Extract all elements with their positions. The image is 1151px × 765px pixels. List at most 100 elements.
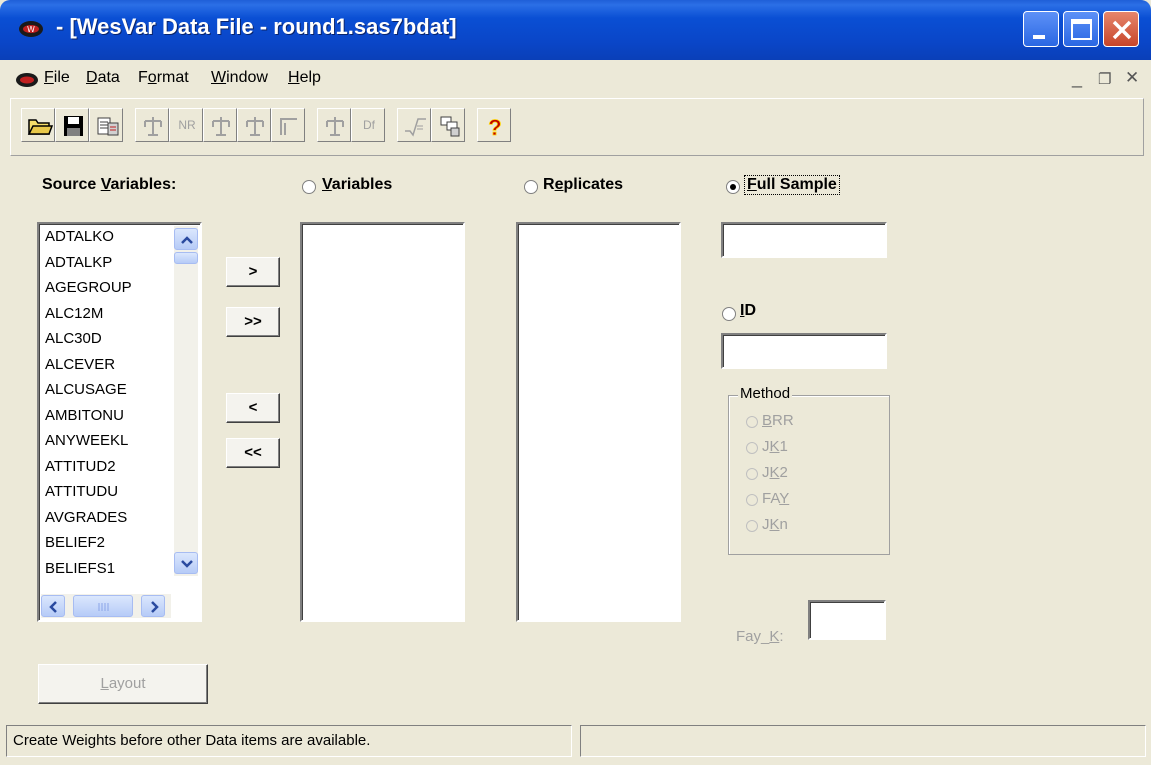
- replicates-list[interactable]: [516, 222, 681, 622]
- minimize-icon: [1033, 35, 1045, 39]
- source-variable-item[interactable]: ALCEVER: [45, 356, 115, 373]
- status-pane-secondary: [580, 725, 1146, 757]
- minimize-button[interactable]: [1023, 11, 1059, 47]
- chevron-down-icon: [181, 560, 193, 568]
- grip-icon: [98, 603, 109, 611]
- scroll-thumb[interactable]: [174, 252, 198, 264]
- layout-button[interactable]: Layout: [38, 664, 208, 704]
- formula-icon: [405, 118, 426, 137]
- variables-label: Variables: [322, 176, 393, 193]
- menu-bar: File Data Format Window Help _ ❐ ✕: [0, 60, 1151, 96]
- full-sample-field[interactable]: [721, 222, 887, 258]
- add-all-button[interactable]: >>: [226, 307, 280, 337]
- svg-text:?: ?: [488, 115, 501, 140]
- scroll-down-button[interactable]: [174, 552, 198, 574]
- menu-help[interactable]: Help: [288, 69, 321, 87]
- weights-3-button[interactable]: [237, 108, 271, 142]
- source-variable-item[interactable]: ATTITUDU: [45, 483, 118, 500]
- source-variable-item[interactable]: ATTITUD2: [45, 458, 116, 475]
- save-button[interactable]: [55, 108, 89, 142]
- nr-button[interactable]: NR: [169, 108, 203, 142]
- menu-data[interactable]: Data: [86, 69, 120, 87]
- replicates-radio[interactable]: [524, 180, 538, 194]
- open-folder-icon: [27, 119, 54, 135]
- nr-label: NR: [178, 118, 196, 132]
- menu-window[interactable]: Window: [211, 69, 268, 87]
- weights-4-button[interactable]: [317, 108, 351, 142]
- method-radio-brr[interactable]: [746, 416, 758, 428]
- variables-list[interactable]: [300, 222, 465, 622]
- remove-button[interactable]: <: [226, 393, 280, 423]
- fay-k-label: Fay_K:: [736, 628, 784, 645]
- scroll-left-button[interactable]: [41, 595, 65, 617]
- method-option-jkn: JKn: [762, 516, 788, 533]
- full-sample-label: Full Sample: [744, 175, 840, 195]
- chevron-left-icon: [49, 601, 57, 613]
- step-button[interactable]: [271, 108, 305, 142]
- method-option-jk1: JK1: [762, 438, 788, 455]
- status-pane-main: Create Weights before other Data items a…: [6, 725, 572, 757]
- scroll-up-button[interactable]: [174, 228, 198, 250]
- step-icon: [280, 118, 297, 135]
- source-variable-item[interactable]: ADTALKP: [45, 254, 112, 271]
- id-label: ID: [740, 302, 757, 319]
- scale-icon: [246, 117, 264, 136]
- source-variable-item[interactable]: AMBITONU: [45, 407, 124, 424]
- weights-2-button[interactable]: [203, 108, 237, 142]
- scale-icon: [212, 117, 230, 136]
- replicates-label: Replicates: [543, 176, 624, 193]
- chevron-up-icon: [181, 236, 193, 244]
- scroll-h-thumb[interactable]: [73, 595, 133, 617]
- id-field[interactable]: [721, 333, 887, 369]
- source-variable-item[interactable]: AGEGROUP: [45, 279, 132, 296]
- method-radio-jk2[interactable]: [746, 468, 758, 480]
- close-button[interactable]: [1103, 11, 1139, 47]
- formula-button[interactable]: [397, 108, 431, 142]
- full-sample-radio[interactable]: [726, 180, 740, 194]
- source-variable-item[interactable]: AVGRADES: [45, 509, 127, 526]
- menu-file[interactable]: File: [44, 69, 70, 87]
- method-radio-jk1[interactable]: [746, 442, 758, 454]
- horizontal-scrollbar[interactable]: [41, 594, 171, 618]
- chevron-right-icon: [151, 601, 159, 613]
- scale-icon: [144, 117, 162, 136]
- source-variables-list[interactable]: ADTALKO ADTALKP AGEGROUP ALC12M ALC30D ALCEVE…: [37, 222, 202, 622]
- mdi-restore-button[interactable]: ❐: [1098, 70, 1111, 88]
- source-variable-item[interactable]: ALCUSAGE: [45, 381, 127, 398]
- vertical-scrollbar[interactable]: [174, 226, 198, 576]
- source-variable-item[interactable]: ALC12M: [45, 305, 103, 322]
- method-radio-jkn[interactable]: [746, 520, 758, 532]
- method-group-title: Method: [738, 385, 793, 402]
- scroll-right-button[interactable]: [141, 595, 165, 617]
- menu-format[interactable]: Format: [138, 69, 189, 87]
- help-button[interactable]: ?: [477, 108, 511, 142]
- mdi-minimize-button[interactable]: _: [1072, 68, 1082, 89]
- df-label: Df: [363, 118, 375, 132]
- app-menu-icon[interactable]: [14, 72, 40, 88]
- status-message: Create Weights before other Data items a…: [13, 732, 371, 749]
- close-icon: [1112, 20, 1132, 40]
- variables-radio[interactable]: [302, 180, 316, 194]
- help-question-icon: ?: [488, 115, 502, 141]
- windows-button[interactable]: [431, 108, 465, 142]
- method-radio-fay[interactable]: [746, 494, 758, 506]
- source-variable-item[interactable]: ALC30D: [45, 330, 102, 347]
- maximize-button[interactable]: [1063, 11, 1099, 47]
- properties-button[interactable]: [89, 108, 123, 142]
- source-variables-label: Source Variables:: [42, 176, 177, 193]
- title-bar: W - [WesVar Data File - round1.sas7bdat]: [0, 0, 1151, 60]
- app-logo-icon: W: [19, 21, 43, 37]
- weights-button[interactable]: [135, 108, 169, 142]
- mdi-close-button[interactable]: ✕: [1125, 68, 1139, 88]
- source-variable-item[interactable]: ANYWEEKL: [45, 432, 128, 449]
- id-radio[interactable]: [722, 307, 736, 321]
- source-variable-item[interactable]: ADTALKO: [45, 228, 114, 245]
- open-button[interactable]: [21, 108, 55, 142]
- df-button[interactable]: Df: [351, 108, 385, 142]
- source-variable-item[interactable]: BELIEFS1: [45, 560, 115, 577]
- remove-all-button[interactable]: <<: [226, 438, 280, 468]
- source-variable-item[interactable]: BELIEF2: [45, 534, 105, 551]
- fay-k-field[interactable]: [808, 600, 886, 640]
- method-option-fay: FAY: [762, 490, 790, 507]
- add-button[interactable]: >: [226, 257, 280, 287]
